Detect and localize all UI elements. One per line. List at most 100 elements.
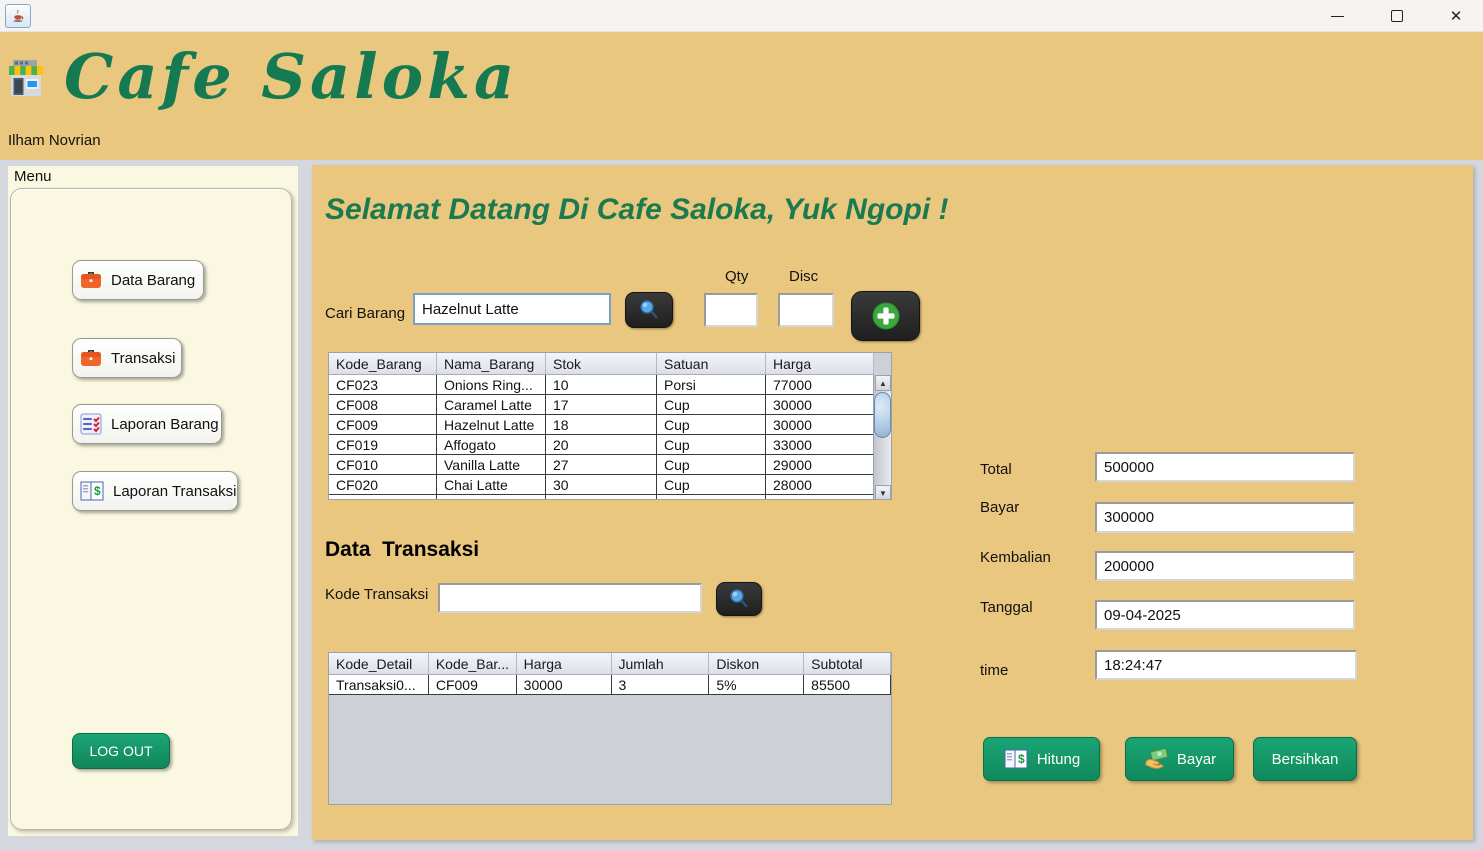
- table-row[interactable]: CF010 Vanilla Latte 27 Cup 29000: [329, 455, 891, 475]
- column-header[interactable]: Jumlah: [612, 653, 710, 675]
- cell-satuan: Cup: [657, 435, 766, 455]
- transaksi-table-header[interactable]: Kode_Detail Kode_Bar... Harga Jumlah Dis…: [329, 653, 891, 675]
- table-row-partial[interactable]: CF013 Matcha Latte 30 Cup 34000: [329, 495, 891, 500]
- cell-harga: 30000: [517, 675, 612, 695]
- cell-kode: CF013: [329, 495, 437, 500]
- total-label: Total: [980, 461, 1012, 478]
- cell-kode: CF019: [329, 435, 437, 455]
- column-header[interactable]: Subtotal: [804, 653, 891, 675]
- cell-kode: CF020: [329, 475, 437, 495]
- hitung-button[interactable]: $ Hitung: [983, 737, 1100, 781]
- disc-input[interactable]: [778, 293, 834, 327]
- tanggal-input[interactable]: [1095, 600, 1355, 630]
- kembalian-label: Kembalian: [980, 549, 1051, 566]
- transaksi-table[interactable]: Kode_Detail Kode_Bar... Harga Jumlah Dis…: [328, 652, 892, 805]
- cell-stok: 30: [546, 475, 657, 495]
- column-header[interactable]: Kode_Detail: [329, 653, 429, 675]
- table-row[interactable]: CF008 Caramel Latte 17 Cup 30000: [329, 395, 891, 415]
- cell-harga: 30000: [766, 395, 874, 415]
- magnifier-icon: [727, 587, 751, 611]
- column-header[interactable]: Kode_Barang: [329, 353, 437, 375]
- disc-label: Disc: [789, 268, 818, 285]
- close-icon: ✕: [1450, 7, 1463, 25]
- minimize-button[interactable]: [1314, 0, 1360, 32]
- items-table-header[interactable]: Kode_Barang Nama_Barang Stok Satuan Harg…: [329, 353, 891, 375]
- cell-satuan: Cup: [657, 495, 766, 500]
- time-label: time: [980, 662, 1008, 679]
- maximize-button[interactable]: [1374, 0, 1420, 32]
- briefcase-icon: [79, 347, 103, 369]
- time-input[interactable]: [1095, 650, 1357, 680]
- sidebar-item-label: Data Barang: [111, 272, 195, 289]
- ledger-icon: $: [79, 479, 105, 503]
- scroll-up-icon[interactable]: ▲: [875, 375, 891, 391]
- logged-in-user: Ilham Novrian: [8, 132, 101, 149]
- cell-kode-barang: CF009: [429, 675, 517, 695]
- scrollbar-thumb[interactable]: [874, 392, 891, 438]
- ledger-icon: $: [1003, 747, 1029, 771]
- cell-nama: Affogato: [437, 435, 546, 455]
- qty-input[interactable]: [704, 293, 758, 327]
- kembalian-input[interactable]: [1095, 551, 1355, 581]
- briefcase-icon: [79, 269, 103, 291]
- table-row[interactable]: CF023 Onions Ring... 10 Porsi 77000: [329, 375, 891, 395]
- sidebar-item-label: Transaksi: [111, 350, 175, 367]
- sidebar-item-laporan-barang[interactable]: Laporan Barang: [72, 404, 222, 444]
- column-header[interactable]: Stok: [546, 353, 657, 375]
- cell-harga: 30000: [766, 415, 874, 435]
- sidebar-item-label: Laporan Transaksi: [113, 483, 236, 500]
- cell-nama: Matcha Latte: [437, 495, 546, 500]
- logout-button-label: LOG OUT: [89, 743, 152, 759]
- cell-kode-detail: Transaksi0...: [329, 675, 429, 695]
- cell-nama: Vanilla Latte: [437, 455, 546, 475]
- table-row[interactable]: CF009 Hazelnut Latte 18 Cup 30000: [329, 415, 891, 435]
- scroll-down-icon[interactable]: ▼: [875, 485, 891, 500]
- table-row[interactable]: Transaksi0... CF009 30000 3 5% 85500: [329, 675, 891, 695]
- cell-harga: 28000: [766, 475, 874, 495]
- cell-harga: 33000: [766, 435, 874, 455]
- main-panel: Selamat Datang Di Cafe Saloka, Yuk Ngopi…: [312, 165, 1473, 840]
- bersihkan-button[interactable]: Bersihkan: [1253, 737, 1357, 781]
- cell-stok: 18: [546, 415, 657, 435]
- cell-satuan: Cup: [657, 415, 766, 435]
- sidebar-item-laporan-transaksi[interactable]: $ Laporan Transaksi: [72, 471, 238, 511]
- bayar-button[interactable]: Bayar: [1125, 737, 1234, 781]
- close-button[interactable]: ✕: [1433, 0, 1479, 32]
- cari-barang-input[interactable]: [413, 293, 611, 325]
- column-header[interactable]: Kode_Bar...: [429, 653, 517, 675]
- bersihkan-button-label: Bersihkan: [1272, 751, 1339, 768]
- logout-button[interactable]: LOG OUT: [72, 733, 170, 769]
- svg-text:$: $: [1018, 752, 1025, 766]
- storefront-icon: [7, 58, 45, 103]
- table-row[interactable]: CF020 Chai Latte 30 Cup 28000: [329, 475, 891, 495]
- cell-harga: 29000: [766, 455, 874, 475]
- java-coffee-cup-icon: [10, 8, 26, 24]
- column-header[interactable]: Satuan: [657, 353, 766, 375]
- add-item-button[interactable]: [851, 291, 920, 341]
- items-table-scrollbar[interactable]: ▲ ▼: [873, 375, 891, 500]
- sidebar-item-data-barang[interactable]: Data Barang: [72, 260, 204, 300]
- sidebar-item-transaksi[interactable]: Transaksi: [72, 338, 182, 378]
- cell-kode: CF008: [329, 395, 437, 415]
- cell-stok: 17: [546, 395, 657, 415]
- bayar-input[interactable]: [1095, 502, 1355, 533]
- cell-nama: Hazelnut Latte: [437, 415, 546, 435]
- total-input[interactable]: [1095, 452, 1355, 482]
- cell-satuan: Cup: [657, 475, 766, 495]
- kode-transaksi-input[interactable]: [438, 583, 702, 613]
- column-header[interactable]: Harga: [766, 353, 874, 375]
- table-row[interactable]: CF019 Affogato 20 Cup 33000: [329, 435, 891, 455]
- sidebar-item-label: Laporan Barang: [111, 416, 219, 433]
- column-header[interactable]: Diskon: [709, 653, 804, 675]
- search-transaksi-button[interactable]: [716, 582, 762, 616]
- maximize-icon: [1391, 10, 1403, 22]
- column-header[interactable]: Harga: [517, 653, 612, 675]
- items-table[interactable]: Kode_Barang Nama_Barang Stok Satuan Harg…: [328, 352, 892, 500]
- app-header: Cafe Saloka Ilham Novrian: [0, 32, 1483, 160]
- tanggal-label: Tanggal: [980, 599, 1033, 616]
- cell-jumlah: 3: [612, 675, 710, 695]
- search-barang-button[interactable]: [625, 292, 673, 328]
- cell-satuan: Porsi: [657, 375, 766, 395]
- column-header[interactable]: Nama_Barang: [437, 353, 546, 375]
- cell-nama: Onions Ring...: [437, 375, 546, 395]
